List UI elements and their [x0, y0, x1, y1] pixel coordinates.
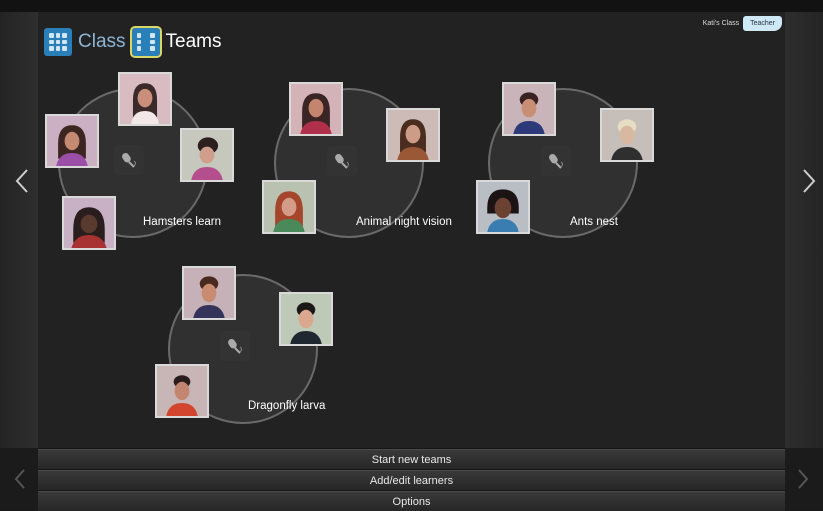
- previous-arrow-button[interactable]: [12, 166, 32, 196]
- team-name: Ants nest: [570, 216, 618, 228]
- learner-avatar[interactable]: [182, 266, 236, 320]
- chevron-left-icon: [15, 169, 28, 193]
- class-badge: Kati's Class Teacher: [703, 16, 782, 31]
- start-new-teams-button[interactable]: Start new teams: [38, 449, 785, 469]
- team-name: Hamsters learn: [143, 216, 221, 228]
- learner-avatar[interactable]: [155, 364, 209, 418]
- chevron-left-icon: [14, 469, 25, 489]
- left-edge: [0, 12, 38, 448]
- chevron-right-icon: [803, 169, 816, 193]
- options-button[interactable]: Options: [38, 491, 785, 511]
- app-frame: Class Teams Kati's Class Teacher Hamster…: [0, 0, 823, 511]
- learner-avatar[interactable]: [279, 292, 333, 346]
- microphone-icon: [220, 331, 250, 361]
- next-arrow-button[interactable]: [799, 166, 819, 196]
- team-name: Dragonfly larva: [248, 400, 326, 412]
- learner-avatar[interactable]: [62, 196, 116, 250]
- learner-avatar[interactable]: [289, 82, 343, 136]
- class-grid-icon: [44, 28, 72, 56]
- class-view-label: Class: [78, 31, 126, 52]
- microphone-icon: [327, 146, 357, 176]
- class-view-button[interactable]: Class: [44, 28, 126, 56]
- learner-avatar[interactable]: [45, 114, 99, 168]
- learner-avatar[interactable]: [118, 72, 172, 126]
- learner-avatar[interactable]: [262, 180, 316, 234]
- microphone-icon: [114, 145, 144, 175]
- class-name: Kati's Class: [702, 20, 740, 27]
- bottom-menu: Start new teams Add/edit learners Option…: [0, 448, 823, 511]
- learner-avatar[interactable]: [502, 82, 556, 136]
- learner-avatar[interactable]: [180, 128, 234, 182]
- learner-avatar[interactable]: [600, 108, 654, 162]
- teams-view-label: Teams: [165, 31, 222, 52]
- teams-grid-icon: [129, 26, 162, 58]
- microphone-icon: [541, 146, 571, 176]
- add-edit-learners-button[interactable]: Add/edit learners: [38, 470, 785, 490]
- right-edge: [785, 12, 823, 448]
- view-switcher: Class Teams: [44, 26, 221, 58]
- teams-stage: Class Teams Kati's Class Teacher Hamster…: [38, 12, 785, 448]
- learner-avatar[interactable]: [476, 180, 530, 234]
- teacher-role-button[interactable]: Teacher: [743, 16, 782, 31]
- bottom-left-edge: [0, 448, 38, 510]
- learner-avatar[interactable]: [386, 108, 440, 162]
- teams-view-button[interactable]: Teams: [129, 26, 222, 58]
- bottom-right-edge: [785, 448, 823, 510]
- chevron-right-icon: [798, 469, 809, 489]
- team-name: Animal night vision: [356, 216, 452, 228]
